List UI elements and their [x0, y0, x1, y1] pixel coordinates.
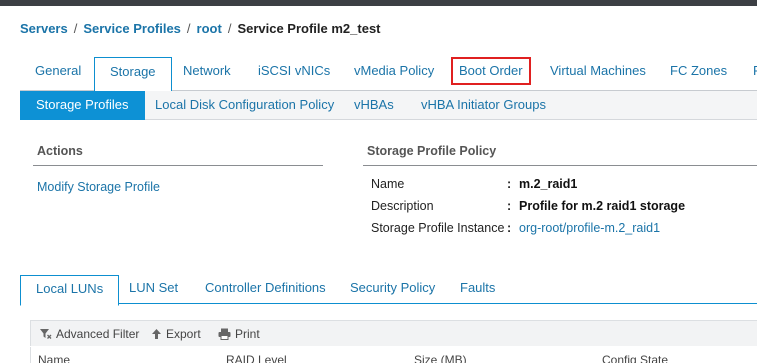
tab-vmedia-policy[interactable]: vMedia Policy: [339, 57, 449, 91]
breadcrumb-separator: /: [227, 21, 232, 36]
tab-storage[interactable]: Storage: [94, 57, 172, 92]
advanced-filter-label: Advanced Filter: [56, 327, 140, 341]
tab-faults[interactable]: Faults: [445, 275, 510, 305]
export-button[interactable]: Export: [151, 327, 201, 341]
tab-local-luns[interactable]: Local LUNs: [20, 275, 120, 306]
lower-tab-bar: Local LUNs LUN Set Controller Definition…: [20, 275, 757, 306]
tab-controller-definitions[interactable]: Controller Definitions: [190, 275, 341, 305]
policy-colon: :: [507, 199, 512, 213]
breadcrumb-separator: /: [73, 21, 78, 36]
tab-network[interactable]: Network: [168, 57, 246, 91]
breadcrumb-service-profiles[interactable]: Service Profiles: [83, 21, 181, 36]
printer-icon: [218, 328, 231, 340]
actions-title: Actions: [37, 144, 83, 158]
table-header: Name RAID Level Size (MB) Config State: [30, 347, 757, 363]
breadcrumb-current: Service Profile m2_test: [237, 21, 381, 36]
tab-security-policy[interactable]: Security Policy: [335, 275, 450, 305]
export-label: Export: [166, 327, 201, 341]
column-header-size[interactable]: Size (MB): [414, 353, 467, 363]
export-icon: [152, 329, 161, 339]
actions-divider: [33, 165, 323, 166]
table-toolbar: Advanced Filter Export Print: [30, 320, 757, 346]
subtab-storage-profiles[interactable]: Storage Profiles: [20, 91, 145, 120]
column-header-name[interactable]: Name: [38, 353, 70, 363]
tab-virtual-machines[interactable]: Virtual Machines: [535, 57, 661, 91]
subtab-local-disk-configuration-policy[interactable]: Local Disk Configuration Policy: [139, 91, 350, 120]
tab-overflow[interactable]: P: [738, 57, 757, 91]
tab-fc-zones[interactable]: FC Zones: [655, 57, 742, 91]
filter-icon: [40, 329, 52, 339]
subtab-vhba-initiator-groups[interactable]: vHBA Initiator Groups: [405, 91, 562, 120]
policy-colon: :: [507, 221, 512, 235]
breadcrumb: Servers / Service Profiles / root / Service Pr…: [20, 21, 381, 36]
print-button[interactable]: Print: [218, 327, 260, 341]
modify-storage-profile-link[interactable]: Modify Storage Profile: [37, 180, 160, 194]
tab-lun-set[interactable]: LUN Set: [114, 275, 193, 305]
policy-colon: :: [507, 177, 512, 191]
policy-label: Storage Profile Instance: [371, 221, 505, 235]
tab-boot-order[interactable]: Boot Order: [451, 57, 531, 85]
sub-tab-bar: Storage Profiles Local Disk Configuratio…: [20, 91, 757, 120]
policy-divider: [363, 165, 757, 166]
print-label: Print: [235, 327, 260, 341]
column-header-raid-level[interactable]: RAID Level: [226, 353, 287, 363]
breadcrumb-servers[interactable]: Servers: [20, 21, 68, 36]
policy-label: Name: [371, 177, 405, 191]
tab-general[interactable]: General: [20, 57, 96, 91]
advanced-filter-button[interactable]: Advanced Filter: [39, 327, 139, 341]
policy-title: Storage Profile Policy: [367, 144, 497, 158]
policy-name-value: m.2_raid1: [519, 177, 578, 191]
tab-iscsi-vnics[interactable]: iSCSI vNICs: [243, 57, 345, 91]
subtab-vhbas[interactable]: vHBAs: [338, 91, 410, 120]
policy-instance-link[interactable]: org-root/profile-m.2_raid1: [519, 221, 660, 235]
top-bar: [0, 0, 757, 6]
breadcrumb-separator: /: [186, 21, 191, 36]
policy-description-value: Profile for m.2 raid1 storage: [519, 199, 686, 213]
column-header-config-state[interactable]: Config State: [602, 353, 668, 363]
policy-label: Description: [371, 199, 434, 213]
breadcrumb-root[interactable]: root: [197, 21, 222, 36]
main-tab-bar: General Storage Network iSCSI vNICs vMed…: [20, 57, 757, 92]
